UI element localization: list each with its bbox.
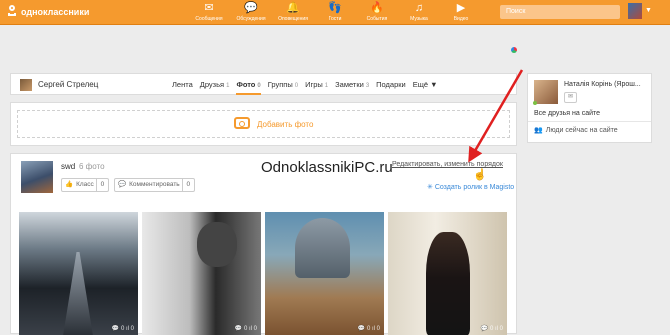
logo[interactable]: одноклассники [7,5,89,18]
photo-stats: 💬 0 ıl 0 [234,326,257,332]
thumbs-up-icon: 👍 [65,181,74,188]
photo-stats: 💬 0 ıl 0 [111,326,134,332]
comment-icon: 💬 [118,181,127,188]
nav-messages[interactable]: ✉ Сообщения [188,2,230,22]
add-photo-dropzone[interactable]: Добавить фото [17,110,510,138]
profile-name[interactable]: Сергей Стрелец [38,80,98,89]
footprints-icon: 👣 [328,2,342,14]
tab-groups[interactable]: Группы 0 [268,80,298,89]
sparkle-icon: ✳ [427,184,435,191]
friend-avatar[interactable] [534,80,558,104]
photo-item[interactable]: 💬 0 ıl 0 [142,212,261,335]
friends-online-panel: Наталія Корінь (Ярош... ✉ Все друзья на … [527,73,652,143]
photo-item[interactable]: 💬 0 ıl 0 [19,212,138,335]
camera-icon [234,117,250,129]
profile-tabs: Лента Друзья 1 Фото 0 Группы 0 Игры 1 Заметк… [172,80,445,95]
online-status-icon [533,101,537,105]
ok-logo-icon [7,5,17,18]
envelope-icon: ✉ [204,2,214,14]
bell-icon: 🔔 [286,2,300,14]
hand-cursor-icon: ☝ [473,169,487,181]
add-photo-panel: Добавить фото [10,102,517,146]
photo-stats: 💬 0 ıl 0 [480,326,503,332]
message-icon[interactable]: ✉ [564,92,577,103]
music-icon: ♫ [414,2,424,14]
main-nav: ✉ Сообщения 💬 Обсуждения 🔔 Оповещения 👣 Гост… [188,2,482,22]
nav-video[interactable]: ▶ Видео [440,2,482,22]
tab-more[interactable]: Ещё ▼ [413,80,438,89]
tab-notes[interactable]: Заметки 3 [335,80,369,89]
comment-count: 0 [181,179,195,191]
watermark-text: OdnoklassnikiPC.ru [261,159,393,176]
browser-extension-icon[interactable] [511,47,517,53]
nav-notifications[interactable]: 🔔 Оповещения [272,2,314,22]
tab-games[interactable]: Игры 1 [305,80,328,89]
chat-icon: 💬 [244,2,258,14]
nav-events[interactable]: 🔥 События [356,2,398,22]
album-cover[interactable] [21,161,53,193]
photo-grid: 💬 0 ıl 0 💬 0 ıl 0 💬 0 ıl 0 💬 0 ıl 0 [19,212,511,335]
chevron-down-icon[interactable]: ▼ [645,7,652,14]
friend-name[interactable]: Наталія Корінь (Ярош... [564,81,641,88]
magisto-link[interactable]: ✳ Создать ролик в Magisto [427,183,514,191]
tab-gifts[interactable]: Подарки [376,80,406,89]
top-bar: одноклассники ✉ Сообщения 💬 Обсуждения 🔔 Оп… [0,0,670,25]
tab-feed[interactable]: Лента [172,80,193,89]
album-photo-count: 6 фото [79,162,105,171]
people-online-link[interactable]: 👥 Люди сейчас на сайте [534,126,618,134]
tab-friends[interactable]: Друзья 1 [200,80,230,89]
tab-photos[interactable]: Фото 0 [236,80,262,95]
album-title[interactable]: swd [61,162,75,171]
divider [528,121,651,122]
photo-item[interactable]: 💬 0 ıl 0 [388,212,507,335]
like-count: 0 [95,179,109,191]
profile-bar: Сергей Стрелец Лента Друзья 1 Фото 0 Групп… [10,73,517,95]
photo-stats: 💬 0 ıl 0 [357,326,380,332]
add-photo-label: Добавить фото [257,120,314,129]
all-friends-online-link[interactable]: Все друзья на сайте [534,110,600,117]
comment-button[interactable]: 💬 Комментировать 0 [114,178,196,192]
people-icon: 👥 [534,127,543,134]
nav-discussions[interactable]: 💬 Обсуждения [230,2,272,22]
photo-item[interactable]: 💬 0 ıl 0 [265,212,384,335]
user-avatar[interactable] [628,3,642,19]
video-icon: ▶ [456,2,466,14]
edit-album-link[interactable]: Редактировать, изменить порядок [392,161,503,168]
search-input[interactable]: Поиск [500,5,620,19]
nav-music[interactable]: ♫ Музыка [398,2,440,22]
album-card: swd 6 фото 👍 Класс 0 💬 Комментировать 0 Od… [10,153,517,335]
profile-avatar[interactable] [20,79,32,91]
nav-guests[interactable]: 👣 Гости [314,2,356,22]
like-button[interactable]: 👍 Класс 0 [61,178,110,192]
brand-name: одноклассники [21,6,90,17]
events-icon: 🔥 [370,2,384,14]
